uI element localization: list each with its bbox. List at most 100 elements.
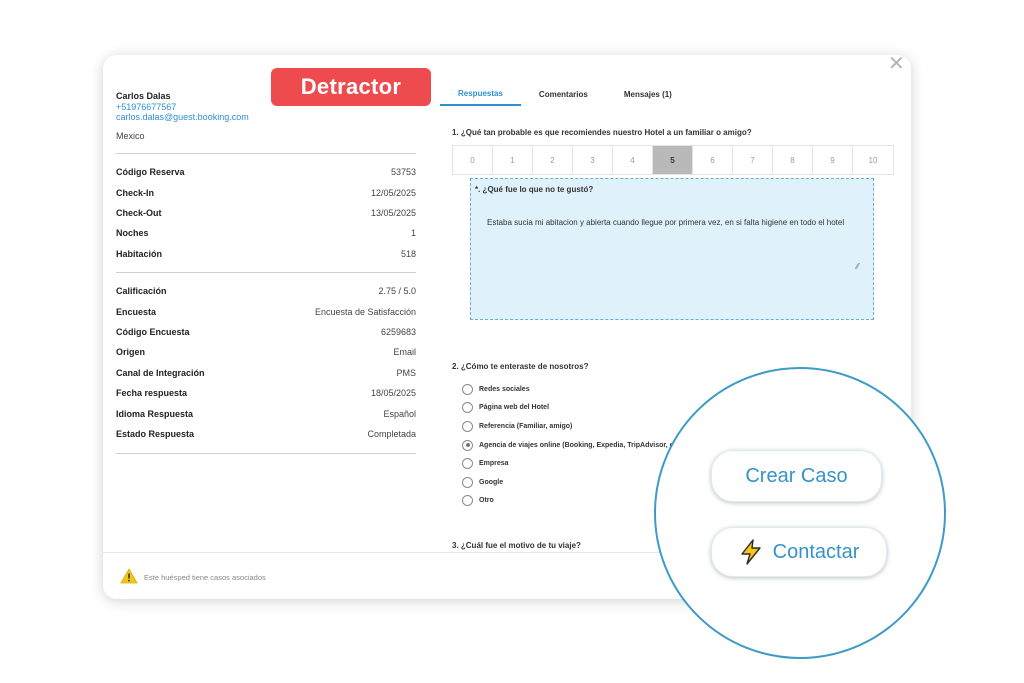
followup-label: *. ¿Qué fue lo que no te gustó? — [475, 185, 594, 194]
radio-option[interactable]: Redes sociales — [462, 380, 680, 399]
question-1: 1. ¿Qué tan probable es que recomiendes … — [452, 128, 752, 137]
detail-label: Código Reserva — [116, 167, 185, 178]
detail-row: Estado Respuesta Completada — [116, 424, 416, 444]
detail-value: 2.75 / 5.0 — [378, 286, 416, 297]
detail-label: Check-Out — [116, 207, 162, 218]
radio-option-selected[interactable]: Agencia de viajes online (Booking, Exped… — [462, 436, 680, 455]
detail-value: 53753 — [390, 167, 416, 178]
radio-label: Referencia (Familiar, amigo) — [479, 422, 573, 430]
guest-country: Mexico — [116, 131, 145, 141]
radio-option[interactable]: Google — [462, 473, 680, 492]
detail-row: Check-In 12/05/2025 — [116, 182, 416, 202]
survey-details: Calificación 2.75 / 5.0 Encuesta Encuest… — [116, 281, 416, 444]
guest-name: Carlos Dalas — [116, 91, 171, 101]
radio-label: Otro — [479, 497, 494, 505]
radio-option[interactable]: Referencia (Familiar, amigo) — [462, 417, 680, 436]
radio-label: Redes sociales — [479, 385, 530, 393]
scale-option[interactable]: 8 — [773, 146, 813, 174]
scale-option[interactable]: 4 — [613, 146, 653, 174]
radio-option[interactable]: Empresa — [462, 454, 680, 473]
detail-row: Fecha respuesta 18/05/2025 — [116, 383, 416, 403]
detail-label: Canal de Integración — [116, 367, 205, 378]
scale-option[interactable]: 1 — [493, 146, 533, 174]
followup-answer-text[interactable]: Estaba sucia mi abitacion y abierta cuan… — [487, 217, 847, 229]
radio-label: Empresa — [479, 460, 509, 468]
divider — [116, 153, 416, 154]
detail-value: 1 — [410, 228, 416, 239]
detail-row: Código Reserva 53753 — [116, 162, 416, 182]
radio-icon[interactable] — [462, 458, 473, 470]
detail-row: Habitación 518 — [116, 244, 416, 264]
detail-row: Código Encuesta 6259683 — [116, 322, 416, 342]
followup-answer-box: *. ¿Qué fue lo que no te gustó? Estaba s… — [470, 178, 874, 320]
tab-comentarios[interactable]: Comentarios — [521, 82, 606, 106]
scale-option[interactable]: 6 — [693, 146, 733, 174]
detail-label: Estado Respuesta — [116, 428, 195, 439]
question-2: 2. ¿Cómo te enteraste de nosotros? — [452, 362, 589, 371]
radio-option[interactable]: Otro — [462, 492, 680, 511]
scale-option[interactable]: 3 — [573, 146, 613, 174]
detail-label: Fecha respuesta — [116, 388, 188, 399]
tab-bar: Respuestas Comentarios Mensajes (1) — [440, 82, 690, 106]
divider — [116, 272, 416, 273]
scale-option[interactable]: 9 — [813, 146, 853, 174]
detail-label: Calificación — [116, 286, 167, 297]
detail-value: Email — [393, 347, 416, 358]
resize-handle-icon[interactable]: ⁄⁄ — [856, 262, 859, 271]
scale-option[interactable]: 0 — [453, 146, 493, 174]
detail-label: Noches — [116, 228, 149, 239]
detail-label: Origen — [116, 347, 146, 358]
radio-label: Página web del Hotel — [479, 404, 550, 412]
tab-mensajes[interactable]: Mensajes (1) — [606, 82, 690, 106]
q2-options: Redes sociales Página web del Hotel Refe… — [462, 380, 680, 510]
question-3: 3. ¿Cuál fue el motivo de tu viaje? — [452, 541, 581, 550]
divider — [116, 453, 416, 454]
scale-option-selected[interactable]: 5 — [653, 146, 693, 174]
detail-row: Idioma Respuesta Español — [116, 403, 416, 423]
detail-row: Canal de Integración PMS — [116, 363, 416, 383]
radio-icon[interactable] — [462, 439, 473, 451]
radio-icon[interactable] — [462, 383, 473, 395]
lightning-bolt-icon — [740, 539, 761, 565]
radio-icon[interactable] — [462, 476, 473, 488]
nps-scale: 0 1 2 3 4 5 6 7 8 9 10 — [452, 145, 894, 175]
detail-value: 518 — [400, 248, 416, 259]
radio-option[interactable]: Página web del Hotel — [462, 399, 680, 418]
detail-value: 12/05/2025 — [370, 187, 416, 198]
detail-label: Idioma Respuesta — [116, 408, 194, 419]
scale-option[interactable]: 10 — [853, 146, 893, 174]
contactar-button[interactable]: Contactar — [711, 527, 887, 577]
scale-option[interactable]: 7 — [733, 146, 773, 174]
detail-label: Encuesta — [116, 306, 157, 317]
detail-label: Habitación — [116, 248, 163, 259]
zoom-callout — [654, 367, 946, 659]
detail-row: Encuesta Encuesta de Satisfacción — [116, 301, 416, 321]
detail-row: Noches 1 — [116, 223, 416, 243]
detail-value: 13/05/2025 — [370, 207, 416, 218]
close-icon[interactable]: ✕ — [888, 54, 905, 74]
detail-label: Check-In — [116, 187, 155, 198]
detail-value: Español — [383, 408, 416, 419]
detail-row: Origen Email — [116, 342, 416, 362]
guest-email-link[interactable]: carlos.dalas@guest.booking.com — [116, 112, 249, 122]
detail-value: PMS — [396, 367, 416, 378]
warning-icon — [120, 568, 138, 584]
detail-value: Completada — [367, 428, 416, 439]
crear-caso-button[interactable]: Crear Caso — [711, 450, 882, 502]
detail-value: 18/05/2025 — [370, 388, 416, 399]
radio-icon[interactable] — [462, 420, 473, 432]
tab-respuestas[interactable]: Respuestas — [440, 82, 521, 106]
guest-phone-link[interactable]: +51976677567 — [116, 102, 176, 112]
scale-option[interactable]: 2 — [533, 146, 573, 174]
radio-icon[interactable] — [462, 495, 473, 507]
radio-label: Agencia de viajes online (Booking, Exped… — [479, 441, 680, 449]
reservation-details: Código Reserva 53753 Check-In 12/05/2025… — [116, 162, 416, 264]
detail-row: Calificación 2.75 / 5.0 — [116, 281, 416, 301]
contactar-label: Contactar — [772, 540, 860, 563]
radio-label: Google — [479, 478, 504, 486]
detail-value: 6259683 — [380, 326, 416, 337]
footer-note: Este huésped tiene casos asociados — [144, 573, 266, 582]
detail-row: Check-Out 13/05/2025 — [116, 203, 416, 223]
detail-value: Encuesta de Satisfacción — [314, 306, 416, 317]
radio-icon[interactable] — [462, 402, 473, 414]
